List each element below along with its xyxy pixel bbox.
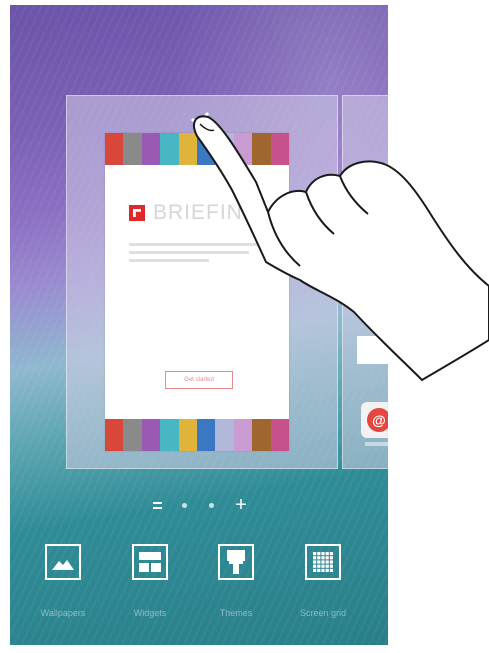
plus-icon: + (235, 494, 247, 516)
color-swatch (105, 133, 124, 165)
page-dot[interactable] (203, 497, 219, 513)
get-started-button[interactable]: Get started (165, 371, 233, 389)
edit-options-bar: Wallpapers Widgets Themes Screen grid (10, 544, 388, 624)
briefing-color-strip-bottom (105, 419, 290, 451)
color-swatch (141, 133, 161, 165)
briefing-color-strip-top (105, 133, 290, 165)
color-swatch (252, 133, 271, 165)
briefing-title: BRIEFING (153, 201, 261, 224)
widgets-label: Widgets (133, 608, 167, 618)
screen-grid-label: Screen grid (299, 608, 347, 618)
home-screen-edit-mode: @ BRIEFING Get started + Wallpapers Widg… (10, 5, 388, 645)
page-indicator: + (10, 494, 388, 516)
color-swatch (197, 419, 216, 451)
color-swatch (215, 133, 234, 165)
wallpapers-option[interactable]: Wallpapers (18, 544, 108, 624)
color-swatch (160, 419, 179, 451)
screen-grid-icon (305, 544, 341, 580)
add-page-button[interactable]: + (233, 494, 249, 516)
color-swatch (252, 419, 271, 451)
widgets-option[interactable]: Widgets (105, 544, 195, 624)
themes-label: Themes (219, 608, 253, 618)
checkmark-icon[interactable] (188, 109, 212, 129)
wallpapers-label: Wallpapers (40, 608, 86, 618)
home-page-indicator[interactable] (149, 497, 165, 513)
at-icon: @ (367, 408, 388, 432)
color-swatch (233, 133, 253, 165)
color-swatch (215, 419, 234, 451)
description-line (129, 259, 209, 262)
next-home-page-preview[interactable]: @ (342, 95, 388, 469)
flipboard-logo-icon (129, 205, 145, 221)
app-label (365, 442, 388, 446)
color-swatch (141, 419, 161, 451)
color-swatch (105, 419, 124, 451)
color-swatch (123, 419, 142, 451)
wallpaper-icon (45, 544, 81, 580)
color-swatch (270, 133, 290, 165)
briefing-widget[interactable]: BRIEFING Get started (105, 133, 290, 451)
description-line (129, 251, 249, 254)
home-indicator-icon (152, 501, 162, 509)
color-swatch (160, 133, 179, 165)
color-swatch (178, 419, 198, 451)
color-swatch (178, 133, 198, 165)
widget-card (357, 336, 388, 364)
themes-option[interactable]: Themes (191, 544, 281, 624)
color-swatch (123, 133, 142, 165)
page-dot[interactable] (176, 497, 192, 513)
color-swatch (197, 133, 216, 165)
color-swatch (270, 419, 290, 451)
description-line (129, 243, 265, 246)
screen-grid-option[interactable]: Screen grid (278, 544, 368, 624)
widgets-icon (132, 544, 168, 580)
email-app-icon[interactable]: @ (361, 402, 388, 438)
color-swatch (233, 419, 253, 451)
themes-icon (218, 544, 254, 580)
